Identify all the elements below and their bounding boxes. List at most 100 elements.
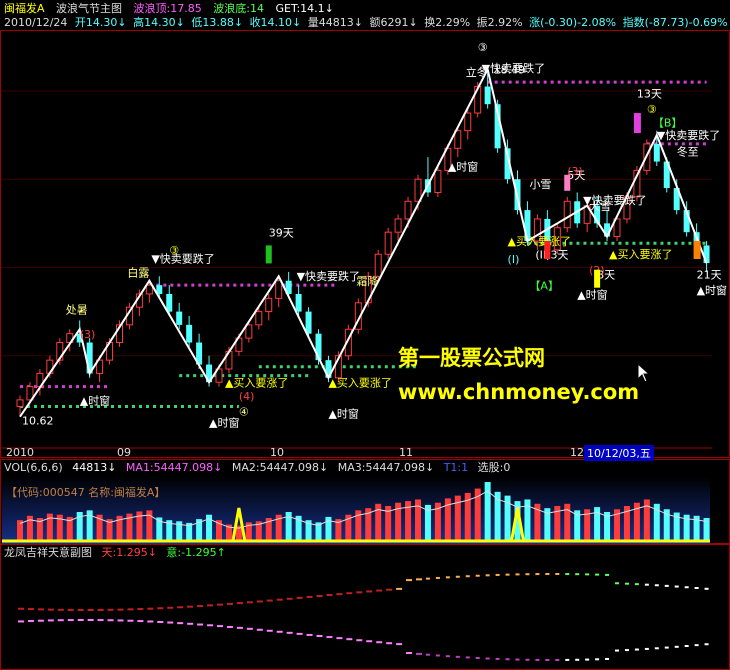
get-number: 14.1↓ (300, 2, 334, 15)
vol-ma2: MA2:54447.098↓ (231, 461, 329, 474)
sub-tian: 天:1.295↓ (101, 546, 157, 559)
wave-label-box: 【B】 (653, 116, 683, 129)
tian-curve-segment (67, 608, 74, 611)
candle-up (464, 112, 472, 132)
buy-signal: ▲买入要涨了 (328, 377, 391, 390)
wave-count-label: ③ (647, 103, 657, 116)
tian-curve-segment (605, 573, 610, 576)
signal-block (693, 241, 701, 259)
yi-curve-segment (396, 643, 403, 646)
indicator-name[interactable]: 波浪气节主图 (56, 2, 122, 15)
yi-curve-segment (644, 647, 649, 650)
x-axis-label: 09 (117, 446, 131, 459)
sell-signal: ▼快卖要跌了 (583, 193, 646, 207)
quote-amount: 额6291↓ (369, 16, 418, 29)
stock-name[interactable]: 闽福发A (4, 2, 45, 15)
candle-up (434, 169, 442, 193)
solar-term-label: 小雪 (529, 178, 551, 191)
tian-curve-segment (57, 608, 64, 611)
vol-ma1: MA1:54447.098↓ (125, 461, 223, 474)
candle-down (166, 293, 173, 312)
tian-curve-segment (664, 584, 669, 587)
yi-curve-segment (624, 649, 629, 652)
level-lines (20, 80, 707, 408)
tian-curve-segment (674, 585, 679, 588)
yi-curve-segment (445, 655, 450, 658)
yi-curve-segment (565, 658, 570, 661)
time-window-signal: ▲时窗 (328, 407, 358, 421)
tian-curve-segment (157, 607, 164, 610)
vol-t1: T1:1 (443, 461, 469, 474)
yi-curve-segment (276, 630, 283, 633)
time-window-signal: ▲时窗 (448, 159, 478, 173)
quote-line: 2010/12/24 开14.30↓ 高14.30↓ 低13.88↓ 收14.1… (4, 16, 730, 30)
yi-curve-segment (167, 621, 174, 624)
solar-term-label: 处暑 (66, 303, 88, 316)
candle-up (414, 178, 422, 202)
candle-up (384, 231, 392, 255)
quote-high: 高14.30↓ (133, 16, 185, 29)
tian-curve-segment (306, 595, 313, 598)
yi-curve-segment (137, 620, 144, 623)
tian-curve-segment (505, 573, 510, 576)
wave-top-label: 波浪顶: (133, 2, 171, 15)
yi-curve-segment (455, 655, 460, 658)
signal-block (265, 245, 272, 264)
tian-curve-segment (565, 573, 570, 576)
sub-title[interactable]: 龙凤吉祥天意副图 (4, 546, 92, 559)
yi-curve-segment (207, 624, 214, 627)
yi-curve-segment (77, 619, 84, 622)
yi-curve-segment (615, 649, 619, 652)
signal-block (544, 241, 551, 259)
candle-up (16, 399, 24, 407)
tian-curve-segment (535, 573, 540, 576)
tian-curve-segment (276, 598, 283, 601)
yi-curve-segment (87, 619, 94, 622)
volume-header: VOL(6,6,6) 44813↓ MA1:54447.098↓ MA2:544… (4, 461, 516, 475)
tian-curve-segment (425, 577, 430, 580)
tian-curve-segment (366, 590, 373, 593)
yi-curve-segment (47, 619, 54, 622)
yi-curve-segment (485, 657, 490, 660)
tian-curve-segment (495, 573, 500, 576)
wave-bottom-value: 14 (249, 2, 264, 15)
tian-curve-segment (197, 605, 204, 608)
yi-curve-segment (376, 641, 383, 644)
wave-top: 波浪顶:17.85 (134, 2, 202, 15)
tian-curve-segment (27, 608, 34, 611)
sub-indicator-chart[interactable] (0, 560, 730, 670)
solar-term-label: 白露 (127, 266, 149, 280)
yi-curve-segment (694, 644, 699, 647)
tian-curve-segment (87, 608, 94, 611)
yi-curve-segment (515, 658, 520, 661)
wave-count-label: ③ (478, 41, 488, 54)
wave-count-label: (3) (80, 328, 96, 341)
vol-title[interactable]: VOL(6,6,6) (4, 461, 63, 474)
sell-signal: ▼快卖要跌了 (151, 252, 214, 266)
yi-curve-segment (704, 643, 709, 646)
quote-change: 涨(-0.30)-2.08% (529, 16, 617, 29)
wave-label-box: 【A】 (529, 280, 559, 293)
yi-curve-segment (177, 622, 184, 625)
x-axis-label: 10 (270, 446, 284, 459)
day-count-label: 13天 (637, 88, 662, 101)
wave-count-label: ③ (169, 244, 179, 257)
tian-curve-segment (187, 605, 194, 608)
tian-curve-segment (18, 607, 24, 610)
tian-curve-segment (226, 602, 233, 605)
vol-pick: 选股:0 (477, 461, 511, 474)
wave-line (19, 66, 708, 418)
yi-curve-segment (674, 645, 679, 648)
candle-up (275, 280, 283, 299)
wave-bottom-label: 波浪底: (213, 2, 250, 15)
yi-curve-segment (585, 658, 590, 661)
buy-signal: ▲买入要涨了 (508, 235, 571, 248)
yi-curve-segment (217, 625, 223, 628)
yi-curve-segment (654, 647, 659, 650)
candle-down (305, 311, 312, 334)
yi-curve-segment (246, 627, 253, 630)
tian-curve-segment (37, 608, 44, 611)
candle-up (255, 311, 263, 326)
date-cursor-label: 10/12/03,五 (584, 445, 654, 461)
yi-curve-segment (256, 628, 263, 631)
